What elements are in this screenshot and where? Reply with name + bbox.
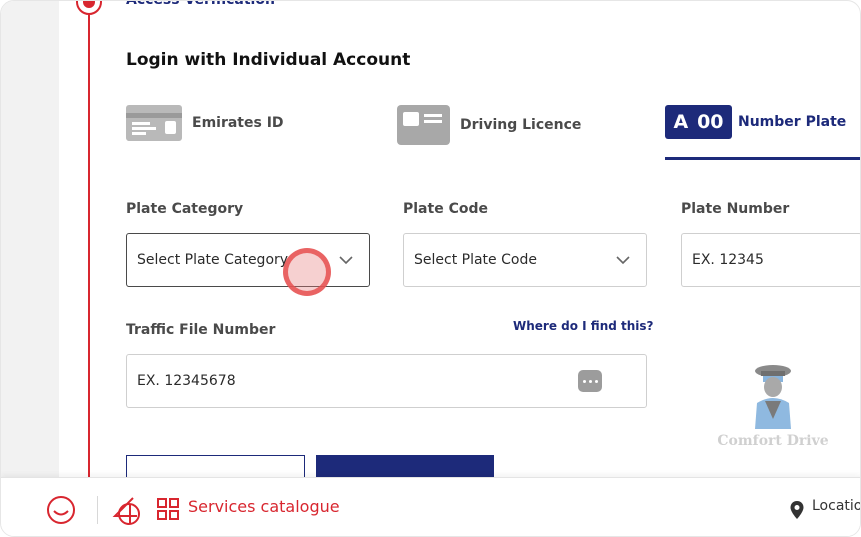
more-dots-icon[interactable] [578, 370, 602, 392]
tab-driving-licence[interactable]: Driving Licence [397, 105, 581, 145]
watermark-text: Comfort Drive [717, 433, 829, 449]
active-tab-indicator [665, 157, 860, 160]
app-window: Access Verification Login with Individua… [0, 0, 861, 537]
traffic-file-placeholder: EX. 12345678 [137, 373, 236, 389]
plate-category-label: Plate Category [126, 201, 244, 217]
grid-icon [157, 498, 179, 520]
plate-number-label: Plate Number [681, 201, 790, 217]
page-heading: Login with Individual Account [126, 50, 411, 70]
driving-licence-icon [397, 105, 450, 145]
step-timeline-dot [76, 1, 102, 15]
location-pin-icon [790, 501, 804, 519]
tab-label: Emirates ID [192, 115, 284, 131]
plate-code-label: Plate Code [403, 201, 488, 217]
step-timeline-line [88, 1, 90, 479]
chauffeur-icon [755, 365, 791, 429]
services-catalogue-link[interactable]: Services catalogue [188, 497, 340, 516]
tab-label: Driving Licence [460, 117, 582, 133]
plate-code-value: Select Plate Code [414, 252, 537, 268]
rta-logo-icon[interactable] [109, 494, 143, 526]
bottom-bar-divider [97, 496, 98, 524]
plate-badge-digits: 00 [697, 111, 724, 133]
left-gutter [1, 1, 59, 536]
plate-badge-letter: A [673, 111, 689, 133]
smile-logo-icon[interactable] [45, 494, 77, 526]
plate-number-input[interactable]: EX. 12345 [681, 233, 860, 287]
tab-emirates-id[interactable]: Emirates ID [126, 105, 284, 141]
location-link[interactable]: Locatio [812, 498, 860, 514]
id-card-icon [126, 105, 182, 141]
click-indicator [283, 248, 331, 296]
traffic-file-label: Traffic File Number [126, 322, 276, 338]
watermark: Comfort Drive [713, 363, 833, 449]
number-plate-icon: A 00 [665, 105, 732, 139]
plate-category-select[interactable]: Select Plate Category [126, 233, 370, 287]
where-find-link[interactable]: Where do I find this? [513, 319, 654, 333]
chevron-down-icon [339, 256, 353, 265]
step-title: Access Verification [126, 0, 275, 8]
bottom-navigation-bar: Services catalogue Locatio [1, 477, 860, 536]
plate-number-placeholder: EX. 12345 [692, 252, 764, 268]
plate-code-select[interactable]: Select Plate Code [403, 233, 647, 287]
chevron-down-icon [616, 256, 630, 265]
tab-label: Number Plate [738, 114, 847, 130]
plate-category-value: Select Plate Category [137, 252, 289, 268]
traffic-file-input[interactable]: EX. 12345678 [126, 354, 647, 408]
tab-number-plate[interactable]: A 00 Number Plate [665, 105, 846, 139]
